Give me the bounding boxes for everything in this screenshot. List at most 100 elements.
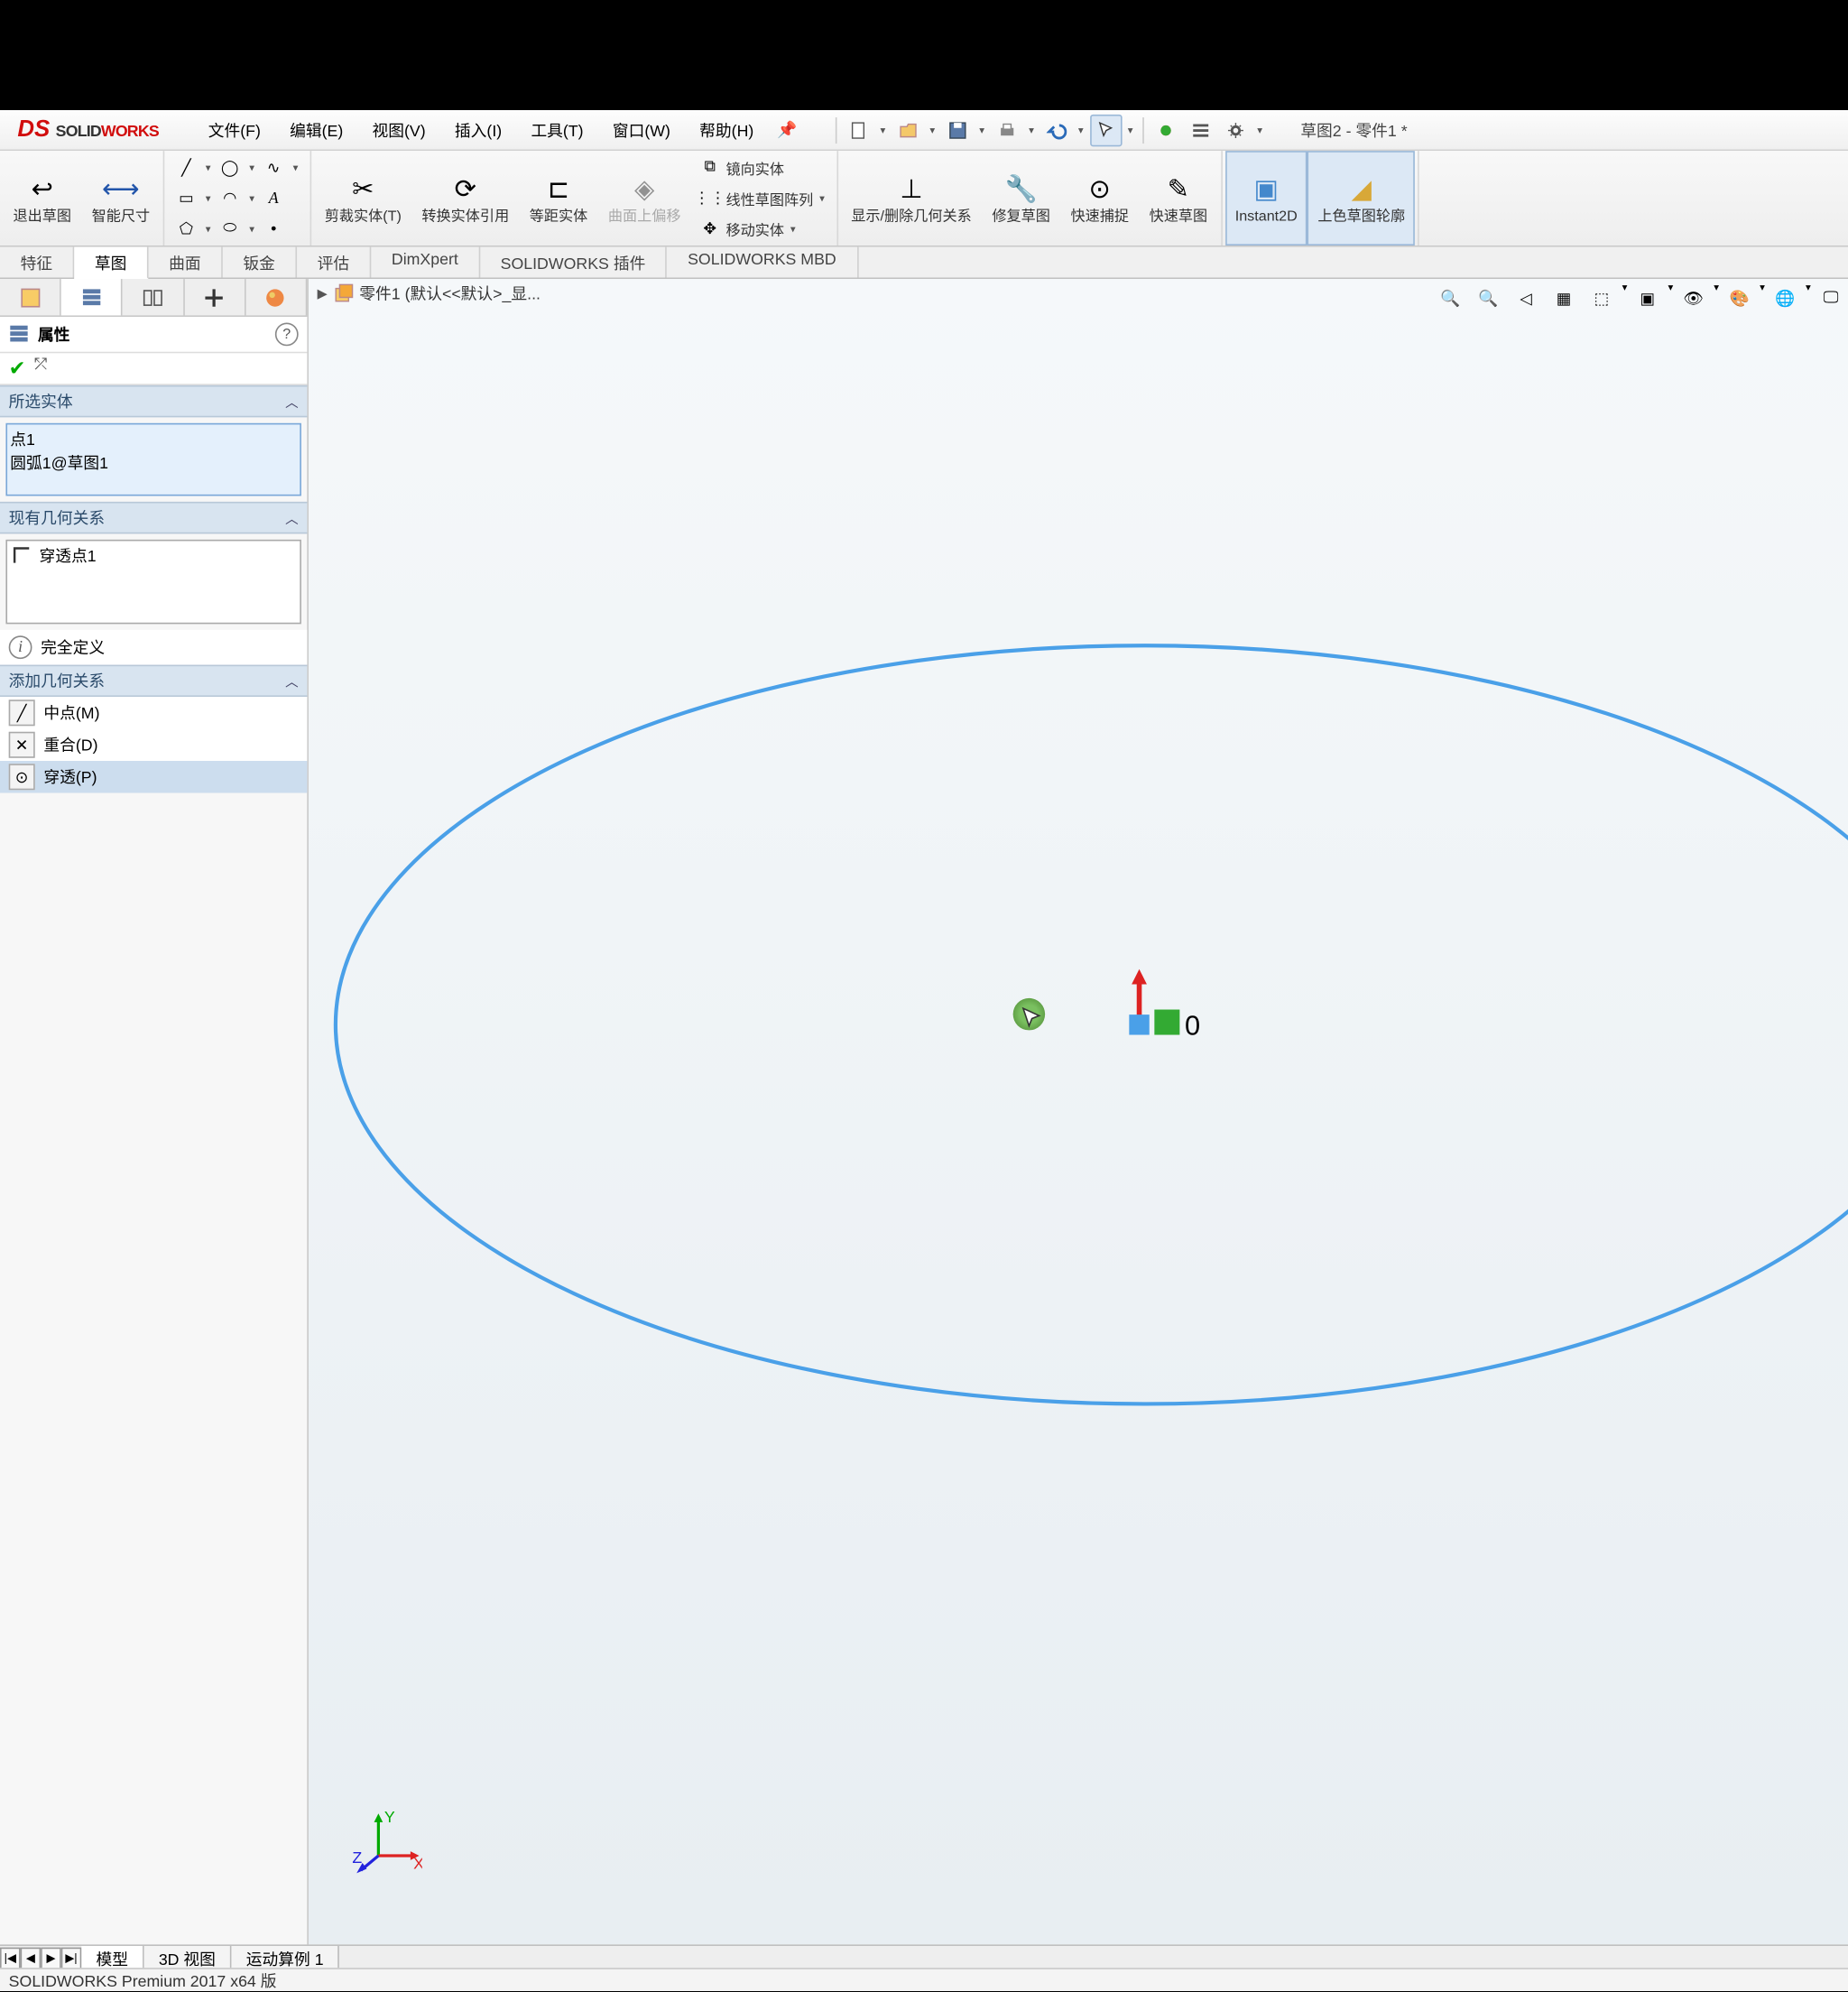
tab-sketch[interactable]: 草图 xyxy=(74,247,148,279)
menu-file[interactable]: 文件(F) xyxy=(194,112,275,147)
list-item[interactable]: 圆弧1@草图1 xyxy=(10,450,297,474)
rapid-sketch-button[interactable]: ✎快速草图 xyxy=(1139,151,1217,246)
first-tab-button[interactable]: |◀ xyxy=(0,1947,21,1970)
last-tab-button[interactable]: ▶| xyxy=(61,1947,82,1970)
logo-text: SOLIDWORKS xyxy=(56,119,159,141)
print-dropdown[interactable] xyxy=(1025,124,1037,135)
open-button[interactable] xyxy=(892,114,923,145)
print-button[interactable] xyxy=(991,114,1022,145)
view-triad[interactable]: Y X Z xyxy=(349,1805,422,1878)
text-icon[interactable]: A xyxy=(261,185,287,211)
svg-text:0: 0 xyxy=(1185,1010,1200,1042)
property-help-icon[interactable]: ? xyxy=(275,322,299,346)
undo-dropdown[interactable] xyxy=(1075,124,1086,135)
tab-addins[interactable]: SOLIDWORKS 插件 xyxy=(480,247,667,278)
point-icon[interactable]: • xyxy=(261,216,287,242)
menu-view[interactable]: 视图(V) xyxy=(357,112,439,147)
spline-icon[interactable]: ∿ xyxy=(261,154,287,181)
move-icon[interactable]: ✥ xyxy=(697,216,723,242)
menu-edit[interactable]: 编辑(E) xyxy=(275,112,357,147)
menu-window[interactable]: 窗口(W) xyxy=(598,112,685,147)
appearance-tab[interactable] xyxy=(245,279,307,315)
arc-icon[interactable]: ◠ xyxy=(217,185,243,211)
relation-midpoint[interactable]: ╱中点(M) xyxy=(0,697,307,728)
menubar: DS SOLIDWORKS 文件(F) 编辑(E) 视图(V) 插入(I) 工具… xyxy=(0,110,1848,151)
tab-surfaces[interactable]: 曲面 xyxy=(149,247,223,278)
menu-tools[interactable]: 工具(T) xyxy=(516,112,597,147)
surface-offset-button: ◈曲面上偏移 xyxy=(598,151,691,246)
info-row: i 完全定义 xyxy=(0,630,307,665)
select-dropdown[interactable] xyxy=(1124,124,1136,135)
app-logo: DS SOLIDWORKS xyxy=(5,116,170,143)
selected-entities-list[interactable]: 点1 圆弧1@草图1 xyxy=(5,423,300,496)
open-dropdown[interactable] xyxy=(927,124,938,135)
selected-entities-header[interactable]: 所选实体︿ xyxy=(0,385,307,417)
tab-nav: |◀ ◀ ▶ ▶| xyxy=(0,1947,81,1970)
tab-features[interactable]: 特征 xyxy=(0,247,74,278)
midpoint-icon: ╱ xyxy=(9,700,35,726)
config-tab[interactable] xyxy=(123,279,184,315)
menu-help[interactable]: 帮助(H) xyxy=(685,112,768,147)
menu-insert[interactable]: 插入(I) xyxy=(440,112,517,147)
add-relations-list: ╱中点(M) ✕重合(D) ⊙穿透(P) xyxy=(0,697,307,792)
prev-tab-button[interactable]: ◀ xyxy=(21,1947,42,1970)
sketch-ellipse[interactable] xyxy=(336,645,1848,1404)
logo-ds-icon: DS xyxy=(17,116,50,143)
main-menu: 文件(F) 编辑(E) 视图(V) 插入(I) 工具(T) 窗口(W) 帮助(H… xyxy=(194,112,769,147)
status-bar: SOLIDWORKS Premium 2017 x64 版 距离: 6.07mm… xyxy=(0,1968,1848,1991)
quick-snap-button[interactable]: ⊙快速捕捉 xyxy=(1060,151,1139,246)
settings-dropdown[interactable] xyxy=(1254,124,1266,135)
polygon-icon[interactable]: ⬠ xyxy=(173,216,199,242)
shaded-contour-button[interactable]: ◢上色草图轮廓 xyxy=(1307,151,1415,246)
collapse-icon[interactable]: ︿ xyxy=(285,392,299,411)
list-item[interactable]: 点1 xyxy=(10,428,297,451)
tab-evaluate[interactable]: 评估 xyxy=(297,247,371,278)
relation-coincident[interactable]: ✕重合(D) xyxy=(0,729,307,761)
rect-icon[interactable]: ▭ xyxy=(173,185,199,211)
graphics-area[interactable]: ▶ 零件1 (默认<<默认>_显... 🔍 🔍 ◁ ▦ ⬚▾ ▣▾ 👁▾ 🎨▾ … xyxy=(309,279,1848,1947)
list-item[interactable]: 穿透点1 xyxy=(40,544,97,620)
confirm-bar: ✔ ⤱ xyxy=(0,353,307,385)
dimxpert-tab[interactable] xyxy=(184,279,245,315)
display-relations-button[interactable]: ⊥显示/删除几何关系 xyxy=(841,151,982,246)
existing-relations-header[interactable]: 现有几何关系︿ xyxy=(0,502,307,533)
next-tab-button[interactable]: ▶ xyxy=(41,1947,61,1970)
feature-tree-tab[interactable] xyxy=(0,279,61,315)
existing-relations-list[interactable]: 穿透点1 xyxy=(5,540,300,625)
rebuild-button[interactable] xyxy=(1150,114,1181,145)
ellipse-icon[interactable]: ⬭ xyxy=(217,216,243,242)
tab-sheetmetal[interactable]: 钣金 xyxy=(223,247,297,278)
app-window: DS SOLIDWORKS 文件(F) 编辑(E) 视图(V) 插入(I) 工具… xyxy=(0,110,1848,1991)
tab-mbd[interactable]: SOLIDWORKS MBD xyxy=(668,247,858,278)
instant2d-button[interactable]: ▣Instant2D xyxy=(1224,151,1307,246)
circle-icon[interactable]: ◯ xyxy=(217,154,243,181)
pattern-icon[interactable]: ⋮⋮ xyxy=(697,185,723,211)
repair-sketch-button[interactable]: 🔧修复草图 xyxy=(982,151,1060,246)
property-tab[interactable] xyxy=(61,279,123,315)
keep-visible-button[interactable]: ⤱ xyxy=(34,357,47,381)
panel-tabs xyxy=(0,279,307,317)
add-relations-header[interactable]: 添加几何关系︿ xyxy=(0,665,307,697)
new-button[interactable] xyxy=(842,114,873,145)
standard-toolbar xyxy=(832,114,1266,145)
offset-button[interactable]: ⊏等距实体 xyxy=(519,151,597,246)
trim-button[interactable]: ✂剪裁实体(T) xyxy=(314,151,411,246)
ok-button[interactable]: ✔ xyxy=(9,357,26,381)
mirror-icon[interactable]: ⧉ xyxy=(697,154,723,181)
save-dropdown[interactable] xyxy=(976,124,988,135)
relation-pierce[interactable]: ⊙穿透(P) xyxy=(0,761,307,792)
select-button[interactable] xyxy=(1089,114,1121,145)
convert-button[interactable]: ⟳转换实体引用 xyxy=(411,151,519,246)
settings-button[interactable] xyxy=(1219,114,1251,145)
new-dropdown[interactable] xyxy=(877,124,889,135)
pierce-icon: ⊙ xyxy=(9,764,35,790)
line-icon[interactable]: ╱ xyxy=(173,154,199,181)
options-button[interactable] xyxy=(1184,114,1215,145)
pin-icon[interactable]: 📌 xyxy=(777,120,797,139)
sketch-origin[interactable]: 0 xyxy=(1129,969,1200,1042)
exit-sketch-button[interactable]: ↩退出草图 xyxy=(3,151,81,246)
smart-dimension-button[interactable]: ⟷智能尺寸 xyxy=(81,151,160,246)
undo-button[interactable] xyxy=(1040,114,1072,145)
save-button[interactable] xyxy=(941,114,973,145)
tab-dimxpert[interactable]: DimXpert xyxy=(371,247,480,278)
